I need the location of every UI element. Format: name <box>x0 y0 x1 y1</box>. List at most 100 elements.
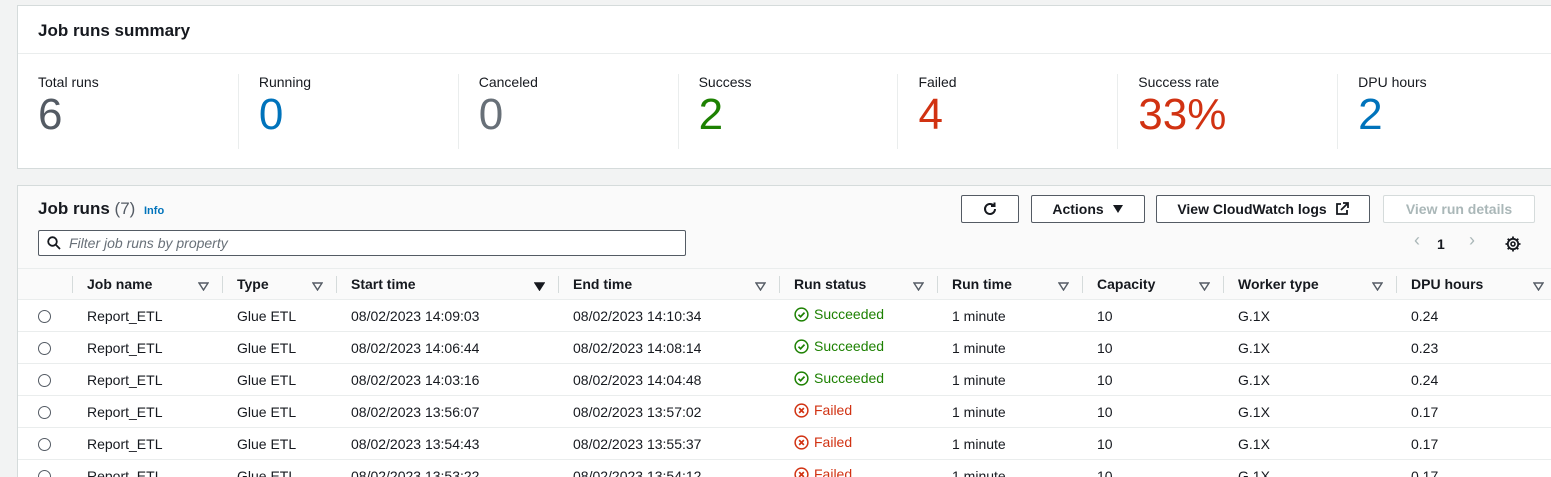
filter-field[interactable] <box>38 230 686 256</box>
cell-capacity: 10 <box>1097 435 1113 452</box>
column-header-run-time[interactable]: Run time <box>938 269 1083 300</box>
metric-total-runs: Total runs 6 <box>18 74 238 149</box>
sort-icon[interactable] <box>1532 278 1545 294</box>
job-runs-panel: Job runs (7) Info Actions View CloudWatc… <box>17 185 1551 477</box>
status-text: Succeeded <box>814 306 885 323</box>
status-badge: Succeeded <box>794 306 884 322</box>
column-header-job-name[interactable]: Job name <box>73 269 223 300</box>
column-header-label: Start time <box>351 276 416 292</box>
cell-worker: G.1X <box>1238 403 1270 420</box>
view-run-details-button[interactable]: View run details <box>1383 195 1535 223</box>
info-link[interactable]: Info <box>144 205 164 217</box>
row-radio[interactable] <box>38 374 51 388</box>
sort-icon[interactable] <box>197 278 210 294</box>
table-row[interactable]: Report_ETL Glue ETL 08/02/2023 13:53:22 08/… <box>18 460 1551 477</box>
gear-icon[interactable] <box>1505 236 1521 252</box>
sort-icon[interactable] <box>311 278 324 294</box>
cell-worker: G.1X <box>1238 435 1270 452</box>
metric-label: Success rate <box>1138 74 1220 90</box>
cell-end: 08/02/2023 13:55:37 <box>573 435 702 452</box>
cell-dpu: 0.17 <box>1411 435 1439 452</box>
row-radio[interactable] <box>38 310 51 324</box>
metric-running: Running 0 <box>237 74 458 149</box>
table-row[interactable]: Report_ETL Glue ETL 08/02/2023 14:03:16 08/… <box>18 364 1551 396</box>
status-badge: Succeeded <box>794 370 884 386</box>
cell-runtime: 1 minute <box>952 435 1006 452</box>
table-row[interactable]: Report_ETL Glue ETL 08/02/2023 14:09:03 08/… <box>18 300 1551 332</box>
cell-capacity: 10 <box>1097 371 1113 388</box>
job-runs-title-text: Job runs <box>38 199 110 218</box>
column-header-end-time[interactable]: End time <box>559 269 780 300</box>
column-header-worker-type[interactable]: Worker type <box>1224 269 1397 300</box>
chevron-left-icon[interactable]: ‹ <box>1414 230 1420 251</box>
cell-job: Report_ETL <box>87 339 163 356</box>
summary-title: Job runs summary <box>38 21 191 40</box>
metric-value: 0 <box>258 90 284 139</box>
row-radio[interactable] <box>38 406 51 420</box>
page-number[interactable]: 1 <box>1437 236 1445 252</box>
cell-capacity: 10 <box>1097 339 1113 356</box>
table-row[interactable]: Report_ETL Glue ETL 08/02/2023 14:06:44 08/… <box>18 332 1551 364</box>
cell-type: Glue ETL <box>237 435 297 452</box>
table-row[interactable]: Report_ETL Glue ETL 08/02/2023 13:54:43 08/… <box>18 428 1551 460</box>
status-badge: Failed <box>794 434 852 450</box>
refresh-button[interactable] <box>961 195 1019 223</box>
view-run-details-label: View run details <box>1405 201 1513 217</box>
cell-dpu: 0.23 <box>1411 339 1439 356</box>
sort-icon[interactable] <box>1057 278 1070 294</box>
metric-canceled: Canceled 0 <box>457 74 678 149</box>
cell-type: Glue ETL <box>237 467 297 477</box>
cell-worker: G.1X <box>1238 467 1270 477</box>
column-header-run-status[interactable]: Run status <box>780 269 938 300</box>
metrics-row: Total runs 6 Running 0 Canceled 0 Success 2 Fail… <box>18 54 1551 149</box>
filter-input[interactable] <box>69 235 669 251</box>
column-header-capacity[interactable]: Capacity <box>1083 269 1224 300</box>
row-radio[interactable] <box>38 438 51 452</box>
view-cloudwatch-logs-button[interactable]: View CloudWatch logs <box>1156 195 1370 223</box>
metric-label: Failed <box>918 74 957 90</box>
status-badge: Failed <box>794 466 852 477</box>
sort-icon[interactable] <box>1371 278 1384 294</box>
cell-dpu: 0.17 <box>1411 467 1439 477</box>
row-radio[interactable] <box>38 342 51 356</box>
sort-icon[interactable] <box>1198 278 1211 294</box>
cell-start: 08/02/2023 14:09:03 <box>351 307 480 324</box>
metric-label: Running <box>258 74 312 90</box>
sort-icon[interactable] <box>754 278 767 294</box>
column-header-label: Capacity <box>1097 276 1156 292</box>
column-header-dpu-hours[interactable]: DPU hours <box>1397 269 1551 300</box>
run-status-cell: Failed <box>780 396 938 428</box>
cell-type: Glue ETL <box>237 307 297 324</box>
metric-failed: Failed 4 <box>897 74 1117 149</box>
status-badge: Succeeded <box>794 338 884 354</box>
column-header-start-time[interactable]: Start time <box>337 269 559 300</box>
actions-label: Actions <box>1052 201 1104 217</box>
summary-header: Job runs summary <box>18 6 1551 54</box>
cell-job: Report_ETL <box>87 371 163 388</box>
cell-capacity: 10 <box>1097 307 1113 324</box>
success-icon <box>794 307 809 322</box>
cell-dpu: 0.17 <box>1411 403 1439 420</box>
column-header-label: Run time <box>952 276 1012 292</box>
column-header-type[interactable]: Type <box>223 269 337 300</box>
row-radio[interactable] <box>38 470 51 477</box>
chevron-right-icon[interactable]: › <box>1469 230 1475 251</box>
sort-descending-icon[interactable] <box>533 278 546 294</box>
metric-label: DPU hours <box>1358 74 1427 90</box>
status-text: Succeeded <box>814 338 885 355</box>
status-text: Failed <box>814 466 853 477</box>
row-select-cell <box>18 396 73 428</box>
metric-label: Success <box>698 74 752 90</box>
metric-success-rate: Success rate 33% <box>1117 74 1337 149</box>
actions-button[interactable]: Actions <box>1031 195 1145 223</box>
cell-job: Report_ETL <box>87 307 163 324</box>
table-row[interactable]: Report_ETL Glue ETL 08/02/2023 13:56:07 08/… <box>18 396 1551 428</box>
error-icon <box>794 467 809 477</box>
job-runs-summary-panel: Job runs summary Total runs 6 Running 0 Canc… <box>17 5 1551 169</box>
error-icon <box>794 403 809 418</box>
cell-start: 08/02/2023 13:53:22 <box>351 467 480 477</box>
job-runs-header: Job runs (7) Info Actions View CloudWatc… <box>18 186 1551 268</box>
sort-icon[interactable] <box>912 278 925 294</box>
pagination: ‹ 1 › <box>1407 230 1551 255</box>
job-runs-count: (7) <box>114 199 136 218</box>
